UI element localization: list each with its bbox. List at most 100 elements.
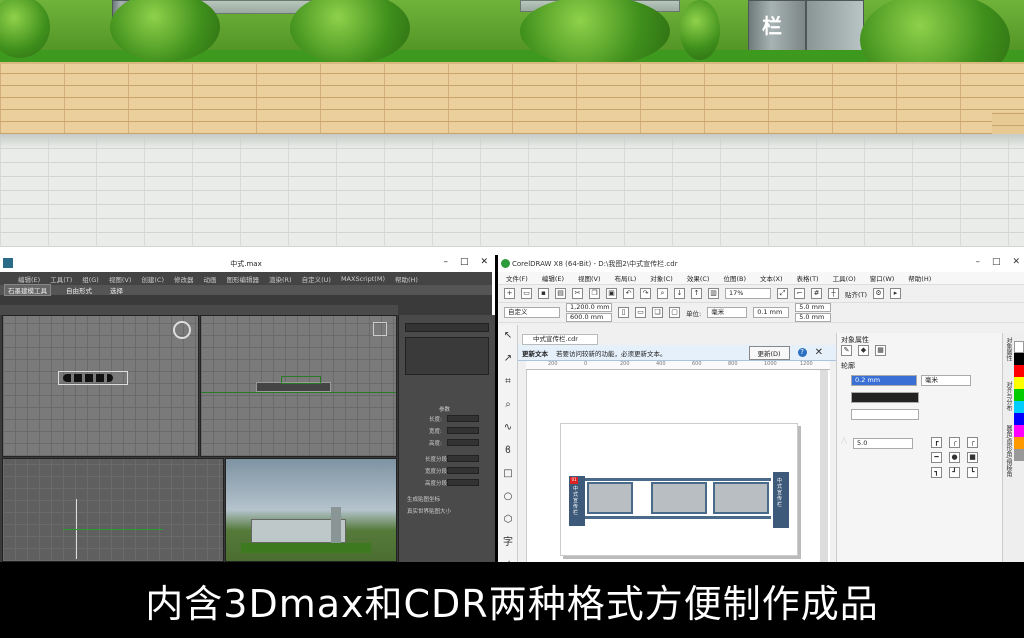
snap-to-dropdown[interactable]: 贴齐(T): [845, 289, 867, 299]
corner-round-icon[interactable]: ╭: [949, 437, 960, 448]
menu-item[interactable]: 窗口(W): [870, 273, 895, 283]
zoom-tool-icon[interactable]: ⌕: [501, 398, 515, 412]
text-tool-icon[interactable]: 字: [501, 536, 515, 550]
drawing-canvas[interactable]: 01 中式宣传栏 中式宣传栏: [526, 370, 830, 562]
param-field[interactable]: [447, 439, 479, 446]
menu-item[interactable]: 表格(T): [797, 273, 819, 283]
menu-item[interactable]: 修改器: [174, 274, 194, 284]
new-document-icon[interactable]: +: [504, 288, 515, 299]
duplicate-x-input[interactable]: 5.0 mm: [795, 303, 832, 312]
transparency-tab-icon[interactable]: ▦: [875, 345, 886, 356]
import-icon[interactable]: ↓: [674, 288, 685, 299]
checkbox-label[interactable]: 真实世界贴图大小: [407, 507, 451, 515]
swatch[interactable]: [1014, 413, 1024, 425]
menu-item[interactable]: 文件(F): [506, 273, 528, 283]
menu-item[interactable]: 对象(C): [650, 273, 673, 283]
param-field[interactable]: [447, 467, 479, 474]
grid-icon[interactable]: #: [811, 288, 822, 299]
minimize-icon[interactable]: –: [975, 257, 980, 267]
swatch[interactable]: [1014, 449, 1024, 461]
miter-limit-input[interactable]: 5.0: [853, 438, 913, 449]
menu-item[interactable]: 位图(B): [723, 273, 746, 283]
swatch[interactable]: [1014, 425, 1024, 437]
menu-item[interactable]: 编辑(E): [542, 273, 564, 283]
param-field[interactable]: [447, 479, 479, 486]
all-pages-icon[interactable]: ❏: [652, 307, 663, 318]
redo-icon[interactable]: ↷: [640, 288, 651, 299]
swatch[interactable]: [1014, 389, 1024, 401]
close-icon[interactable]: ✕: [480, 257, 488, 267]
menu-item[interactable]: 视图(V): [578, 273, 601, 283]
pick-tool-icon[interactable]: ↖: [501, 329, 515, 343]
nudge-input[interactable]: 0.1 mm: [753, 307, 790, 318]
document-tab[interactable]: 中式宣传栏.cdr: [522, 334, 598, 345]
menu-item[interactable]: 效果(C): [687, 273, 710, 283]
docker-tab-object-props[interactable]: 对象属性: [1004, 337, 1013, 361]
units-select[interactable]: 毫米: [707, 307, 748, 318]
swatch[interactable]: [1014, 341, 1024, 353]
param-field[interactable]: [447, 455, 479, 462]
menu-item[interactable]: 自定义(U): [302, 274, 331, 284]
swatch[interactable]: [1014, 365, 1024, 377]
page-height-input[interactable]: 600.0 mm: [566, 313, 612, 322]
viewcube-icon[interactable]: [173, 321, 191, 339]
undo-icon[interactable]: ↶: [623, 288, 634, 299]
modifier-stack[interactable]: [405, 337, 489, 375]
maximize-icon[interactable]: □: [460, 257, 469, 267]
outline-width-input[interactable]: 0.2 mm: [851, 375, 917, 386]
menu-item[interactable]: 组(G): [82, 274, 99, 284]
outline-tab-icon[interactable]: ✎: [841, 345, 852, 356]
shape-tool-icon[interactable]: ↗: [501, 352, 515, 366]
page-width-input[interactable]: 1,200.0 mm: [566, 303, 612, 312]
swatch[interactable]: [1014, 377, 1024, 389]
menu-item[interactable]: 动画: [204, 274, 217, 284]
ribbon-tab-selection[interactable]: 选择: [107, 285, 126, 295]
param-field[interactable]: [447, 415, 479, 422]
position-outside-icon[interactable]: ┓: [931, 467, 942, 478]
menu-item[interactable]: 工具(T): [50, 274, 72, 284]
paste-icon[interactable]: ▣: [606, 288, 617, 299]
ribbon-tab-modeling[interactable]: 石墨建模工具: [4, 284, 51, 296]
corner-bevel-icon[interactable]: ┌: [967, 437, 978, 448]
help-icon[interactable]: ?: [797, 348, 807, 357]
minimize-icon[interactable]: –: [443, 257, 448, 267]
viewport-perspective[interactable]: [225, 458, 397, 562]
docker-tab-align[interactable]: 对齐与分布: [1004, 381, 1013, 411]
menu-item[interactable]: 布局(L): [615, 273, 637, 283]
viewport-front[interactable]: [200, 315, 397, 457]
print-icon[interactable]: ▤: [555, 288, 566, 299]
open-icon[interactable]: ▭: [521, 288, 532, 299]
vertical-scrollbar[interactable]: [820, 370, 828, 562]
menu-item[interactable]: MAXScript(M): [341, 275, 385, 283]
ellipse-tool-icon[interactable]: ○: [501, 490, 515, 504]
pdf-icon[interactable]: ▥: [708, 288, 719, 299]
cap-flat-icon[interactable]: ━: [931, 452, 942, 463]
page-preset-select[interactable]: 自定义: [504, 307, 560, 318]
crop-tool-icon[interactable]: ⌗: [501, 375, 515, 389]
landscape-icon[interactable]: ▭: [635, 307, 646, 318]
docker-tab-fillet[interactable]: 圆角/扇形角/倒棱角: [1004, 425, 1013, 477]
gear-icon[interactable]: ⚙: [873, 288, 885, 299]
menu-item[interactable]: 文本(X): [760, 273, 783, 283]
launch-icon[interactable]: ▸: [890, 288, 902, 299]
viewport-top[interactable]: [2, 315, 199, 457]
menu-item[interactable]: 视图(V): [109, 274, 132, 284]
fill-tab-icon[interactable]: ◆: [858, 345, 869, 356]
corner-miter-icon[interactable]: ┏: [931, 437, 942, 448]
portrait-icon[interactable]: ▯: [618, 307, 629, 318]
cut-icon[interactable]: ✂: [572, 288, 583, 299]
save-icon[interactable]: ▪: [538, 288, 549, 299]
position-inside-icon[interactable]: ┗: [967, 467, 978, 478]
ribbon-tab-freeform[interactable]: 自由形式: [63, 285, 95, 295]
object-name-field[interactable]: [405, 323, 489, 332]
guides-icon[interactable]: ┼: [828, 288, 839, 299]
outline-style-select[interactable]: [851, 409, 919, 420]
menu-item[interactable]: 渲染(R): [269, 274, 292, 284]
update-button[interactable]: 更新(D): [748, 345, 790, 360]
menu-item[interactable]: 图形编辑器: [227, 274, 260, 284]
menu-item[interactable]: 编辑(E): [18, 274, 40, 284]
menu-item[interactable]: 创建(C): [141, 274, 164, 284]
close-icon[interactable]: ✕: [1012, 257, 1020, 267]
outline-color-swatch[interactable]: [851, 392, 919, 403]
duplicate-y-input[interactable]: 5.0 mm: [795, 313, 832, 322]
